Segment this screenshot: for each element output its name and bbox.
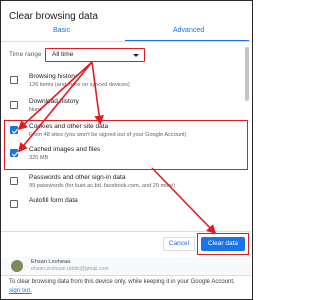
actions-divider	[1, 231, 251, 232]
time-range-value: All time	[52, 51, 74, 58]
clear-data-button[interactable]: Clear data	[201, 237, 245, 251]
option-subtitle: 126 items (and more on synced devices)	[29, 82, 130, 88]
option-title: Browsing history	[29, 73, 77, 80]
footer-divider	[1, 275, 251, 276]
clear-browsing-data-dialog: Clear browsing data Basic Advanced Time …	[0, 0, 253, 300]
footer-note: To clear browsing data from this device …	[9, 278, 247, 296]
account-name: Ehsan Lnoheaa	[31, 259, 71, 265]
time-range-label: Time range	[9, 51, 42, 58]
tab-bar: Basic Advanced	[1, 27, 251, 42]
dialog-title: Clear browsing data	[9, 11, 98, 22]
account-email: ehsan.w.ehsan.uddin@gmail.com	[31, 266, 109, 272]
time-range-select[interactable]: All time	[45, 48, 145, 62]
cancel-button[interactable]: Cancel	[163, 237, 195, 251]
tab-basic[interactable]: Basic	[53, 27, 70, 34]
checkbox-browsing-history[interactable]	[10, 76, 18, 84]
checkbox-download-history[interactable]	[10, 101, 18, 109]
option-subtitle: None	[29, 107, 43, 113]
footer-text: To clear browsing data from this device …	[9, 279, 235, 285]
selection-highlight-box	[4, 120, 248, 170]
option-title: Autofill form data	[29, 197, 78, 204]
option-autofill[interactable]: Autofill form data	[1, 197, 251, 219]
option-download-history[interactable]: Download history None	[1, 98, 251, 120]
option-title: Passwords and other sign-in data	[29, 174, 126, 181]
tabs-divider	[1, 41, 251, 42]
checkbox-autofill[interactable]	[10, 200, 18, 208]
sign-out-link[interactable]: sign out.	[9, 288, 32, 294]
account-row: Ehsan Lnoheaa ehsan.w.ehsan.uddin@gmail.…	[1, 257, 251, 275]
chevron-down-icon	[133, 54, 139, 57]
checkbox-passwords[interactable]	[10, 177, 18, 185]
option-title: Download history	[29, 98, 79, 105]
tab-advanced[interactable]: Advanced	[173, 27, 204, 34]
time-range-row: Time range All time	[1, 47, 251, 63]
option-subtitle: 99 passwords (for kuet.ac.bd, facebook.c…	[29, 183, 176, 189]
option-browsing-history[interactable]: Browsing history 126 items (and more on …	[1, 73, 251, 95]
avatar	[11, 260, 23, 272]
option-passwords[interactable]: Passwords and other sign-in data 99 pass…	[1, 174, 251, 196]
